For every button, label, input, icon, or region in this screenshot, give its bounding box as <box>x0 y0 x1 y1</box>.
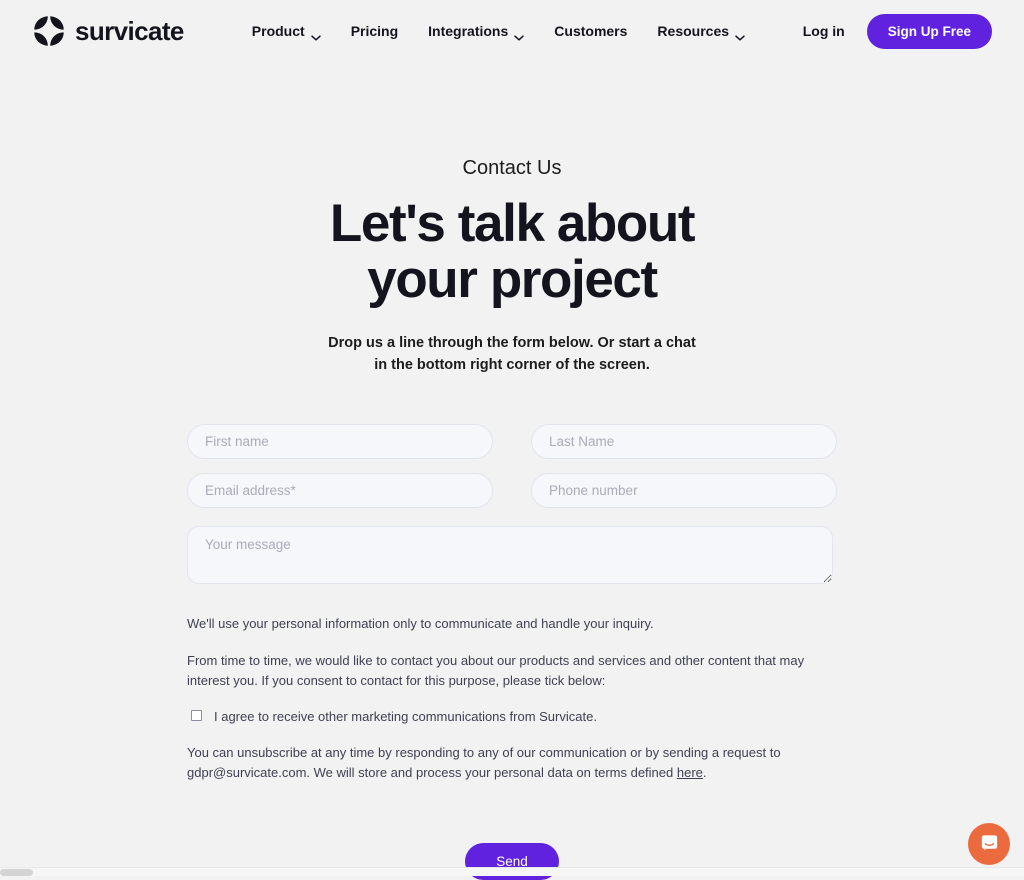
unsubscribe-text-end: . <box>702 764 707 780</box>
nav-item-label: Customers <box>554 23 628 39</box>
marketing-consent-checkbox[interactable] <box>191 710 202 722</box>
last-name-input[interactable] <box>531 423 837 459</box>
nav-item-label: Resources <box>657 23 730 39</box>
nav-item-integrations[interactable]: Integrations <box>428 23 525 41</box>
horizontal-scrollbar[interactable] <box>0 867 1024 876</box>
nav-item-label: Integrations <box>428 23 509 39</box>
contact-form: We'll use your personal information only… <box>187 423 837 880</box>
chevron-down-icon <box>735 28 745 41</box>
terms-here-link[interactable]: here <box>677 765 703 780</box>
logo-wordmark: survicate <box>75 15 184 46</box>
unsubscribe-notice: You can unsubscribe at any time by respo… <box>187 743 837 783</box>
privacy-notice: We'll use your personal information only… <box>187 615 654 631</box>
nav-item-customers[interactable]: Customers <box>554 23 627 39</box>
survicate-pinwheel-logo-icon <box>32 14 66 48</box>
page-title-line-2: your project <box>367 250 658 310</box>
name-row <box>187 423 837 459</box>
nav-item-label: Product <box>251 23 305 39</box>
hero-section: Contact Us Let's talk about your project… <box>0 62 1024 377</box>
marketing-consent-label[interactable]: I agree to receive other marketing commu… <box>214 708 597 726</box>
nav-item-pricing[interactable]: Pricing <box>351 23 398 39</box>
marketing-consent-notice: From time to time, we would like to cont… <box>187 652 805 689</box>
legal-section: We'll use your personal information only… <box>187 614 837 783</box>
email-input[interactable] <box>187 472 493 508</box>
nav-item-label: Pricing <box>350 23 399 39</box>
logo-link[interactable]: survicate <box>32 14 184 48</box>
first-name-input[interactable] <box>187 423 493 459</box>
chevron-down-icon <box>514 28 525 41</box>
phone-input[interactable] <box>531 472 837 508</box>
nav-item-product[interactable]: Product <box>251 23 321 41</box>
horizontal-scrollbar-thumb[interactable] <box>0 869 33 876</box>
page-title-line-1: Let's talk about <box>329 194 696 253</box>
page-title: Let's talk about your project <box>232 194 792 310</box>
chat-widget-button[interactable] <box>968 823 1010 865</box>
site-header: survicate Product Pricing Integrations C… <box>0 0 1024 62</box>
hero-subtitle: Drop us a line through the form below. O… <box>328 335 696 374</box>
message-textarea[interactable] <box>187 525 833 584</box>
nav-item-resources[interactable]: Resources <box>657 23 745 41</box>
main-navigation: Product Pricing Integrations Customers R… <box>251 23 745 41</box>
sign-up-free-button[interactable]: Sign Up Free <box>866 13 992 49</box>
page-eyebrow: Contact Us <box>462 157 562 179</box>
contact-row <box>187 472 837 508</box>
login-link[interactable]: Log in <box>803 23 845 39</box>
chat-bubble-icon <box>979 832 1000 856</box>
header-actions: Log in Sign Up Free <box>803 13 992 49</box>
marketing-consent-row: I agree to receive other marketing commu… <box>187 708 837 726</box>
chevron-down-icon <box>310 28 321 41</box>
